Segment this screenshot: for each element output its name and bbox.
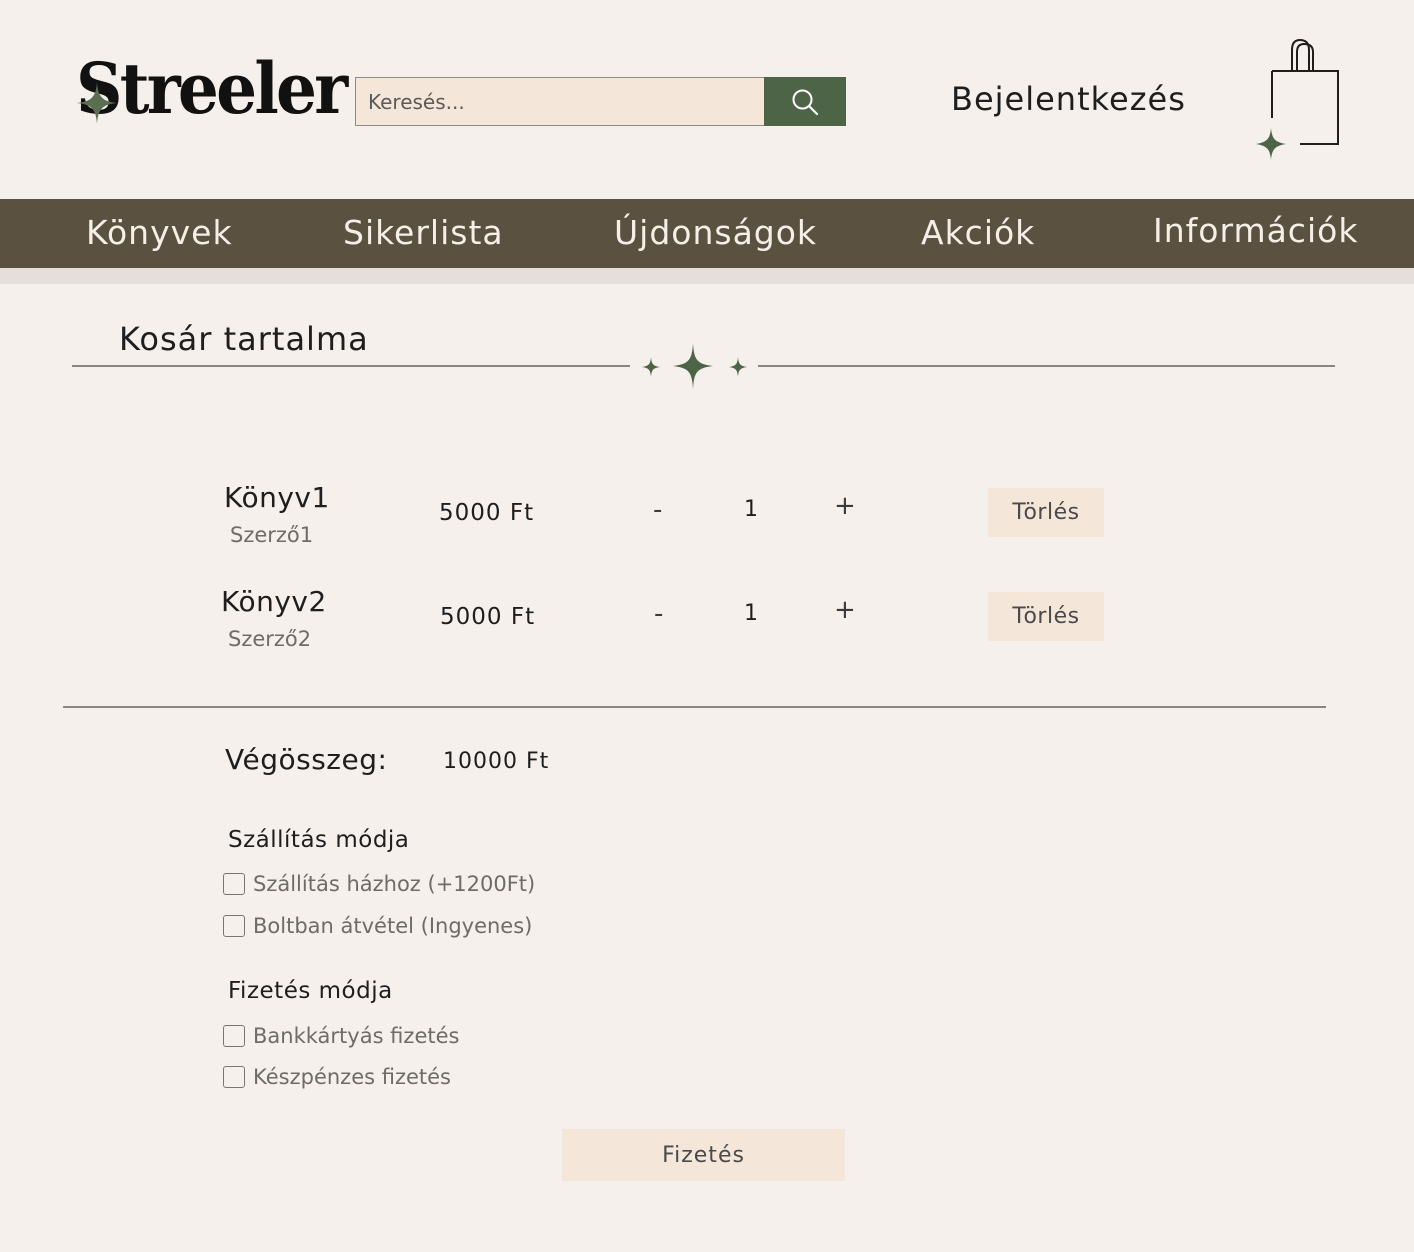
nav-item-akciok[interactable]: Akciók — [921, 213, 1035, 252]
nav-item-konyvek[interactable]: Könyvek — [86, 213, 233, 252]
option-label: Készpénzes fizetés — [253, 1065, 451, 1089]
shipping-option-store[interactable]: Boltban átvétel (Ingyenes) — [223, 914, 532, 938]
main-nav: Könyvek Sikerlista Újdonságok Akciók Inf… — [0, 199, 1414, 268]
item-price: 5000 Ft — [439, 500, 535, 526]
delete-button[interactable]: Törlés — [988, 488, 1104, 537]
delete-button[interactable]: Törlés — [988, 592, 1104, 641]
checkbox[interactable] — [223, 1025, 245, 1047]
item-title: Könyv2 — [221, 585, 327, 618]
sparkle-icon — [642, 343, 747, 389]
login-link[interactable]: Bejelentkezés — [951, 80, 1186, 118]
quantity-decrease-button[interactable]: - — [654, 599, 663, 629]
option-label: Boltban átvétel (Ingyenes) — [253, 914, 533, 938]
option-label: Bankkártyás fizetés — [253, 1024, 460, 1048]
nav-shadow — [0, 268, 1414, 284]
quantity-increase-button[interactable]: + — [834, 491, 856, 521]
page-title: Kosár tartalma — [119, 320, 369, 358]
nav-item-ujdonsagok[interactable]: Újdonságok — [614, 213, 817, 252]
payment-title: Fizetés módja — [228, 978, 393, 1004]
checkbox[interactable] — [223, 873, 245, 895]
search-input[interactable] — [355, 77, 765, 126]
payment-option-card[interactable]: Bankkártyás fizetés — [223, 1024, 459, 1048]
title-divider-right — [758, 365, 1335, 367]
nav-item-informaciok[interactable]: Információk — [1153, 211, 1358, 250]
item-title: Könyv1 — [224, 481, 330, 514]
shipping-title: Szállítás módja — [228, 827, 410, 853]
pay-button[interactable]: Fizetés — [562, 1129, 845, 1181]
title-divider-left — [72, 365, 630, 367]
search-button[interactable] — [764, 77, 846, 126]
checkbox[interactable] — [223, 915, 245, 937]
quantity-value: 1 — [744, 601, 758, 626]
item-price: 5000 Ft — [440, 604, 536, 630]
total-value: 10000 Ft — [443, 749, 550, 774]
divider — [63, 706, 1326, 708]
search-bar — [355, 77, 846, 126]
shopping-bag-icon[interactable] — [1250, 36, 1345, 166]
item-author: Szerző2 — [228, 627, 312, 651]
sparkle-icon — [76, 82, 118, 124]
payment-option-cash[interactable]: Készpénzes fizetés — [223, 1065, 451, 1089]
quantity-value: 1 — [744, 497, 758, 522]
search-icon — [792, 89, 819, 115]
total-label: Végösszeg: — [225, 743, 388, 776]
logo[interactable]: Streeler — [72, 52, 348, 152]
option-label: Szállítás házhoz (+1200Ft) — [253, 872, 536, 896]
quantity-decrease-button[interactable]: - — [653, 495, 662, 525]
item-author: Szerző1 — [230, 523, 314, 547]
checkbox[interactable] — [223, 1066, 245, 1088]
shipping-option-home[interactable]: Szállítás házhoz (+1200Ft) — [223, 872, 535, 896]
nav-item-sikerlista[interactable]: Sikerlista — [343, 213, 504, 252]
quantity-increase-button[interactable]: + — [834, 595, 856, 625]
